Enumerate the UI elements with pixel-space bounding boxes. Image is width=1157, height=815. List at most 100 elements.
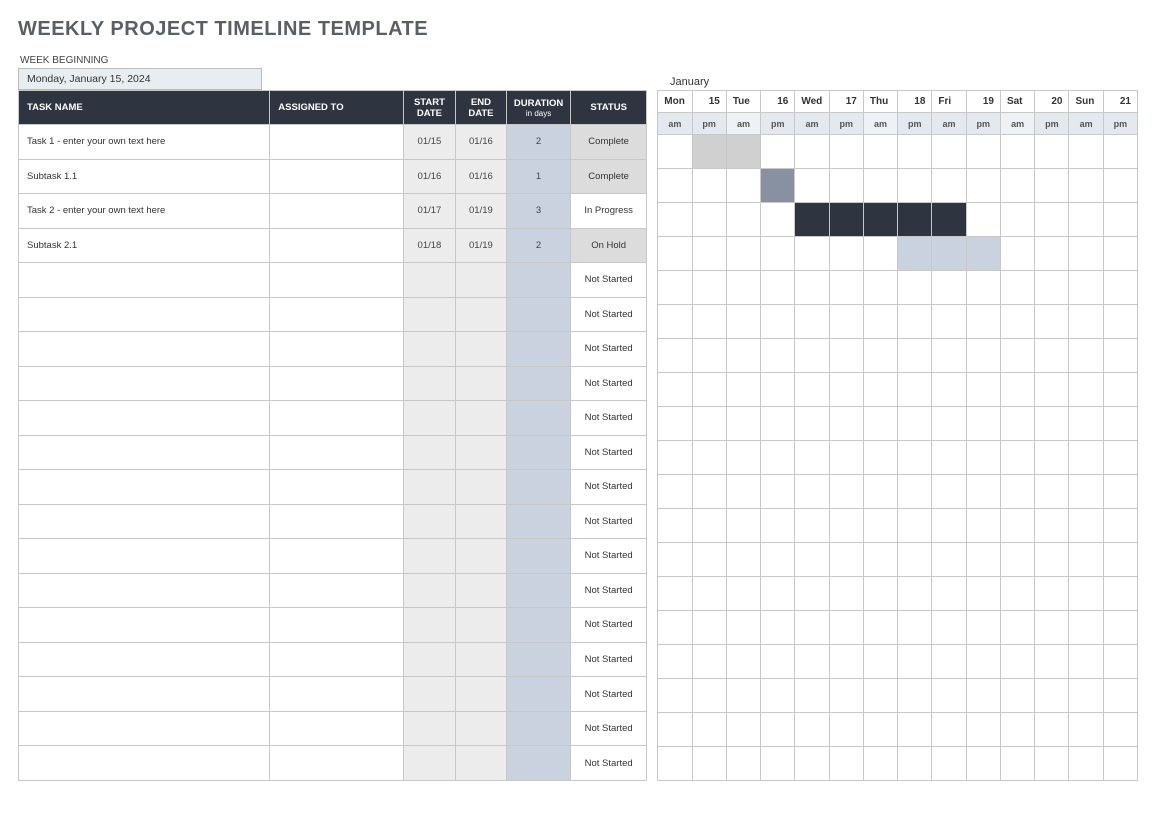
status-cell[interactable]: Not Started (571, 539, 647, 574)
status-cell[interactable]: Not Started (571, 435, 647, 470)
task-name-cell[interactable]: Subtask 2.1 (19, 228, 270, 263)
task-name-cell[interactable] (19, 504, 270, 539)
start-date-cell[interactable] (404, 608, 455, 643)
start-date-cell[interactable] (404, 677, 455, 712)
end-date-cell[interactable] (455, 332, 506, 367)
end-date-cell[interactable] (455, 746, 506, 781)
end-date-cell[interactable] (455, 366, 506, 401)
end-date-cell[interactable] (455, 573, 506, 608)
start-date-cell[interactable] (404, 746, 455, 781)
assigned-to-cell[interactable] (270, 711, 404, 746)
status-cell[interactable]: Not Started (571, 401, 647, 436)
end-date-cell[interactable] (455, 401, 506, 436)
task-name-cell[interactable] (19, 746, 270, 781)
start-date-cell[interactable]: 01/18 (404, 228, 455, 263)
status-cell[interactable]: Not Started (571, 332, 647, 367)
status-cell[interactable]: Not Started (571, 366, 647, 401)
task-name-cell[interactable] (19, 297, 270, 332)
status-cell[interactable]: On Hold (571, 228, 647, 263)
status-cell[interactable]: Not Started (571, 746, 647, 781)
end-date-cell[interactable]: 01/19 (455, 228, 506, 263)
task-name-cell[interactable]: Subtask 1.1 (19, 159, 270, 194)
assigned-to-cell[interactable] (270, 608, 404, 643)
task-name-cell[interactable] (19, 435, 270, 470)
end-date-cell[interactable]: 01/19 (455, 194, 506, 229)
assigned-to-cell[interactable] (270, 297, 404, 332)
assigned-to-cell[interactable] (270, 642, 404, 677)
task-name-cell[interactable] (19, 366, 270, 401)
start-date-cell[interactable] (404, 297, 455, 332)
assigned-to-cell[interactable] (270, 125, 404, 160)
task-name-cell[interactable] (19, 470, 270, 505)
start-date-cell[interactable]: 01/15 (404, 125, 455, 160)
assigned-to-cell[interactable] (270, 573, 404, 608)
week-beginning-input[interactable]: Monday, January 15, 2024 (18, 68, 262, 90)
start-date-cell[interactable] (404, 711, 455, 746)
status-cell[interactable]: Complete (571, 159, 647, 194)
status-cell[interactable]: Not Started (571, 470, 647, 505)
gantt-cell (692, 135, 726, 169)
assigned-to-cell[interactable] (270, 366, 404, 401)
assigned-to-cell[interactable] (270, 332, 404, 367)
end-date-cell[interactable] (455, 470, 506, 505)
start-date-cell[interactable] (404, 366, 455, 401)
status-cell[interactable]: Not Started (571, 504, 647, 539)
end-date-cell[interactable] (455, 677, 506, 712)
end-date-cell[interactable] (455, 642, 506, 677)
task-name-cell[interactable]: Task 2 - enter your own text here (19, 194, 270, 229)
start-date-cell[interactable]: 01/17 (404, 194, 455, 229)
assigned-to-cell[interactable] (270, 677, 404, 712)
task-name-cell[interactable] (19, 608, 270, 643)
gantt-cell (761, 135, 795, 169)
end-date-cell[interactable] (455, 711, 506, 746)
gantt-cell (966, 543, 1000, 577)
assigned-to-cell[interactable] (270, 194, 404, 229)
status-cell[interactable]: Not Started (571, 608, 647, 643)
start-date-cell[interactable] (404, 504, 455, 539)
task-name-cell[interactable] (19, 642, 270, 677)
task-name-cell[interactable]: Task 1 - enter your own text here (19, 125, 270, 160)
assigned-to-cell[interactable] (270, 504, 404, 539)
assigned-to-cell[interactable] (270, 539, 404, 574)
start-date-cell[interactable] (404, 642, 455, 677)
end-date-cell[interactable] (455, 608, 506, 643)
end-date-cell[interactable] (455, 263, 506, 298)
assigned-to-cell[interactable] (270, 435, 404, 470)
status-cell[interactable]: Not Started (571, 263, 647, 298)
status-cell[interactable]: Not Started (571, 711, 647, 746)
start-date-cell[interactable]: 01/16 (404, 159, 455, 194)
status-cell[interactable]: Complete (571, 125, 647, 160)
task-name-cell[interactable] (19, 677, 270, 712)
end-date-cell[interactable] (455, 435, 506, 470)
gantt-cell (898, 441, 932, 475)
assigned-to-cell[interactable] (270, 401, 404, 436)
end-date-cell[interactable] (455, 539, 506, 574)
assigned-to-cell[interactable] (270, 159, 404, 194)
status-cell[interactable]: Not Started (571, 297, 647, 332)
task-name-cell[interactable] (19, 401, 270, 436)
assigned-to-cell[interactable] (270, 746, 404, 781)
status-cell[interactable]: In Progress (571, 194, 647, 229)
task-name-cell[interactable] (19, 539, 270, 574)
task-name-cell[interactable] (19, 711, 270, 746)
task-name-cell[interactable] (19, 573, 270, 608)
assigned-to-cell[interactable] (270, 228, 404, 263)
status-cell[interactable]: Not Started (571, 677, 647, 712)
start-date-cell[interactable] (404, 435, 455, 470)
assigned-to-cell[interactable] (270, 470, 404, 505)
end-date-cell[interactable] (455, 297, 506, 332)
start-date-cell[interactable] (404, 573, 455, 608)
start-date-cell[interactable] (404, 470, 455, 505)
end-date-cell[interactable]: 01/16 (455, 125, 506, 160)
start-date-cell[interactable] (404, 332, 455, 367)
task-name-cell[interactable] (19, 332, 270, 367)
start-date-cell[interactable] (404, 263, 455, 298)
assigned-to-cell[interactable] (270, 263, 404, 298)
status-cell[interactable]: Not Started (571, 573, 647, 608)
start-date-cell[interactable] (404, 401, 455, 436)
end-date-cell[interactable]: 01/16 (455, 159, 506, 194)
end-date-cell[interactable] (455, 504, 506, 539)
status-cell[interactable]: Not Started (571, 642, 647, 677)
task-name-cell[interactable] (19, 263, 270, 298)
start-date-cell[interactable] (404, 539, 455, 574)
